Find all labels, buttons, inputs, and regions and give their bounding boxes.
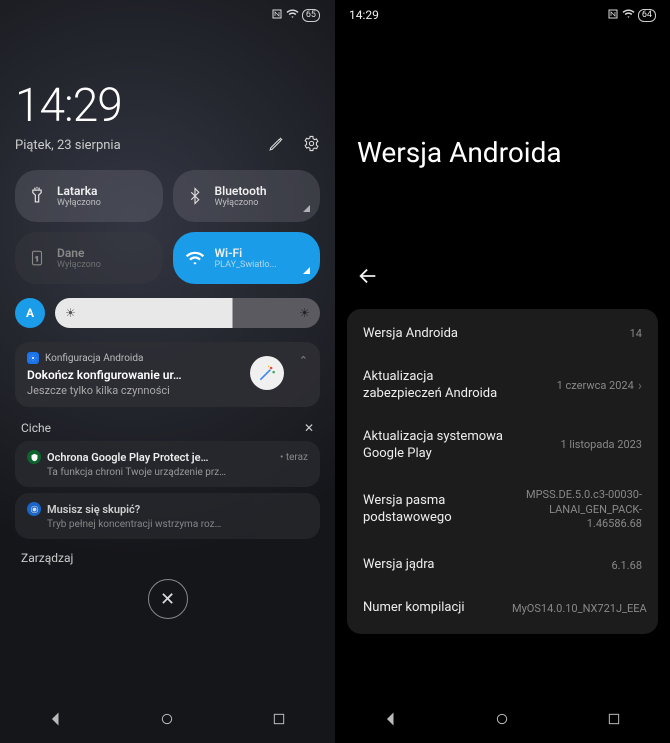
nav-home-icon[interactable] — [159, 711, 175, 731]
row-android-version[interactable]: Wersja Androida 14 — [347, 313, 658, 356]
notification-android-setup[interactable]: Konfiguracja Androida Dokończ konfigurow… — [15, 342, 320, 407]
row-security-update[interactable]: Aktualizacja zabezpieczeń Androida 1 cze… — [347, 356, 658, 416]
shield-icon — [27, 450, 41, 464]
brightness-low-icon: ☀ — [65, 306, 76, 320]
brightness-row: A ☀ ☀ — [15, 298, 320, 328]
chevron-right-icon: › — [638, 378, 642, 394]
value-play-update: 1 listopada 2023 — [560, 438, 642, 452]
wifi-icon — [286, 7, 299, 23]
row-baseband[interactable]: Wersja pasma podstawowego MPSS.DE.5.0.c3… — [347, 475, 658, 544]
label-android-version: Wersja Androida — [363, 326, 458, 343]
notif-focus-body: Tryb pełnej koncentracji wstrzyma roz… — [47, 519, 308, 530]
row-build-number[interactable]: Numer kompilacji MyOS14.0.10_NX721J_EEA — [347, 587, 658, 630]
focus-icon — [27, 502, 41, 516]
qs-wifi-sub: PLAY_Swiatlo... — [215, 260, 277, 270]
silent-group-header: Ciche ✕ — [15, 421, 320, 435]
clock: 14:29 — [15, 79, 320, 133]
qs-flashlight-sub: Wyłączono — [57, 198, 101, 208]
manage-button[interactable]: Zarządzaj — [15, 551, 320, 565]
flashlight-icon — [27, 186, 47, 206]
notification-play-protect[interactable]: Ochrona Google Play Protect je… • teraz … — [15, 441, 320, 487]
nav-recents-icon[interactable] — [606, 711, 622, 731]
nav-back-icon[interactable] — [383, 711, 399, 731]
qs-data-sub: Wyłączono — [57, 260, 101, 270]
qs-flashlight[interactable]: Latarka Wyłączono — [15, 170, 163, 222]
battery-indicator: 64 — [638, 9, 656, 22]
android-version-page: 14:29 64 Wersja Androida Wersja Androida… — [335, 0, 670, 743]
notif-protect-body: Ta funkcja chroni Twoje urządzenie prz… — [47, 467, 308, 478]
nav-back-icon[interactable] — [48, 711, 64, 731]
qs-bluetooth[interactable]: Bluetooth Wyłączono — [173, 170, 321, 222]
version-info-card: Wersja Androida 14 Aktualizacja zabezpie… — [347, 309, 658, 634]
qs-bluetooth-label: Bluetooth — [215, 184, 267, 198]
silent-label: Ciche — [21, 421, 51, 435]
value-android-version: 14 — [630, 327, 642, 341]
status-bar-right-panel: 14:29 64 — [335, 0, 670, 24]
settings-icon[interactable] — [303, 135, 320, 156]
qs-flashlight-label: Latarka — [57, 184, 101, 198]
value-baseband: MPSS.DE.5.0.c3-00030-LANAI_GEN_PACK-1.46… — [512, 488, 642, 531]
label-security-update: Aktualizacja zabezpieczeń Androida — [363, 369, 513, 403]
value-kernel: 6.1.68 — [611, 559, 642, 573]
value-build: MyOS14.0.10_NX721J_EEA — [512, 602, 642, 616]
notif-app-name: Konfiguracja Androida — [45, 353, 143, 364]
page-title: Wersja Androida — [335, 136, 670, 169]
wifi-icon — [622, 7, 635, 23]
wifi-tile-icon — [185, 248, 205, 268]
qs-data-label: Dane — [57, 246, 101, 260]
notif-protect-title: Ochrona Google Play Protect je… — [47, 451, 209, 464]
nav-recents-icon[interactable] — [271, 711, 287, 731]
status-clock: 14:29 — [349, 8, 379, 22]
row-play-system-update[interactable]: Aktualizacja systemowa Google Play 1 lis… — [347, 416, 658, 476]
qs-wifi[interactable]: Wi-Fi PLAY_Swiatlo... — [173, 232, 321, 284]
label-kernel: Wersja jądra — [363, 557, 435, 574]
sim-icon: 1 — [27, 248, 47, 268]
status-bar-left-panel: 65 — [15, 0, 320, 24]
dismiss-group-icon[interactable]: ✕ — [304, 421, 314, 435]
signal-triangle-icon — [303, 205, 310, 212]
navbar-right — [335, 699, 670, 743]
dismiss-all-button[interactable]: ✕ — [148, 579, 188, 619]
edit-icon[interactable] — [268, 135, 285, 156]
svg-text:1: 1 — [35, 255, 39, 263]
label-build: Numer kompilacji — [363, 600, 465, 617]
notif-protect-time: • teraz — [274, 452, 308, 463]
expand-chevron-icon[interactable]: ⌃ — [299, 354, 308, 367]
setup-wand-icon — [250, 356, 284, 390]
brightness-high-icon: ☀ — [299, 306, 310, 320]
date: Piątek, 23 sierpnia — [15, 138, 121, 153]
notification-shade: 65 14:29 Piątek, 23 sierpnia Latarka Wył… — [0, 0, 335, 743]
back-button[interactable] — [335, 265, 670, 291]
notif-focus-title: Musisz się skupić? — [47, 503, 140, 516]
nav-home-icon[interactable] — [494, 711, 510, 731]
nfc-icon — [271, 8, 283, 23]
nfc-icon — [607, 8, 619, 23]
notification-focus-mode[interactable]: Musisz się skupić? Tryb pełnej koncentra… — [15, 493, 320, 539]
navbar-left — [0, 699, 335, 743]
signal-triangle-icon — [303, 267, 310, 274]
qs-bluetooth-sub: Wyłączono — [215, 198, 267, 208]
brightness-slider[interactable]: ☀ ☀ — [55, 298, 320, 328]
qs-mobile-data[interactable]: 1 Dane Wyłączono — [15, 232, 163, 284]
label-play-update: Aktualizacja systemowa Google Play — [363, 429, 513, 463]
bluetooth-icon — [185, 186, 205, 206]
auto-brightness-toggle[interactable]: A — [15, 298, 45, 328]
battery-indicator: 65 — [302, 9, 320, 22]
row-kernel[interactable]: Wersja jądra 6.1.68 — [347, 544, 658, 587]
settings-app-icon — [27, 352, 39, 364]
date-row: Piątek, 23 sierpnia — [15, 135, 320, 156]
value-security-update: 1 czerwca 2024 — [557, 379, 634, 393]
label-baseband: Wersja pasma podstawowego — [363, 493, 500, 527]
quick-settings-grid: Latarka Wyłączono Bluetooth Wyłączono 1 … — [15, 170, 320, 284]
qs-wifi-label: Wi-Fi — [215, 246, 277, 260]
